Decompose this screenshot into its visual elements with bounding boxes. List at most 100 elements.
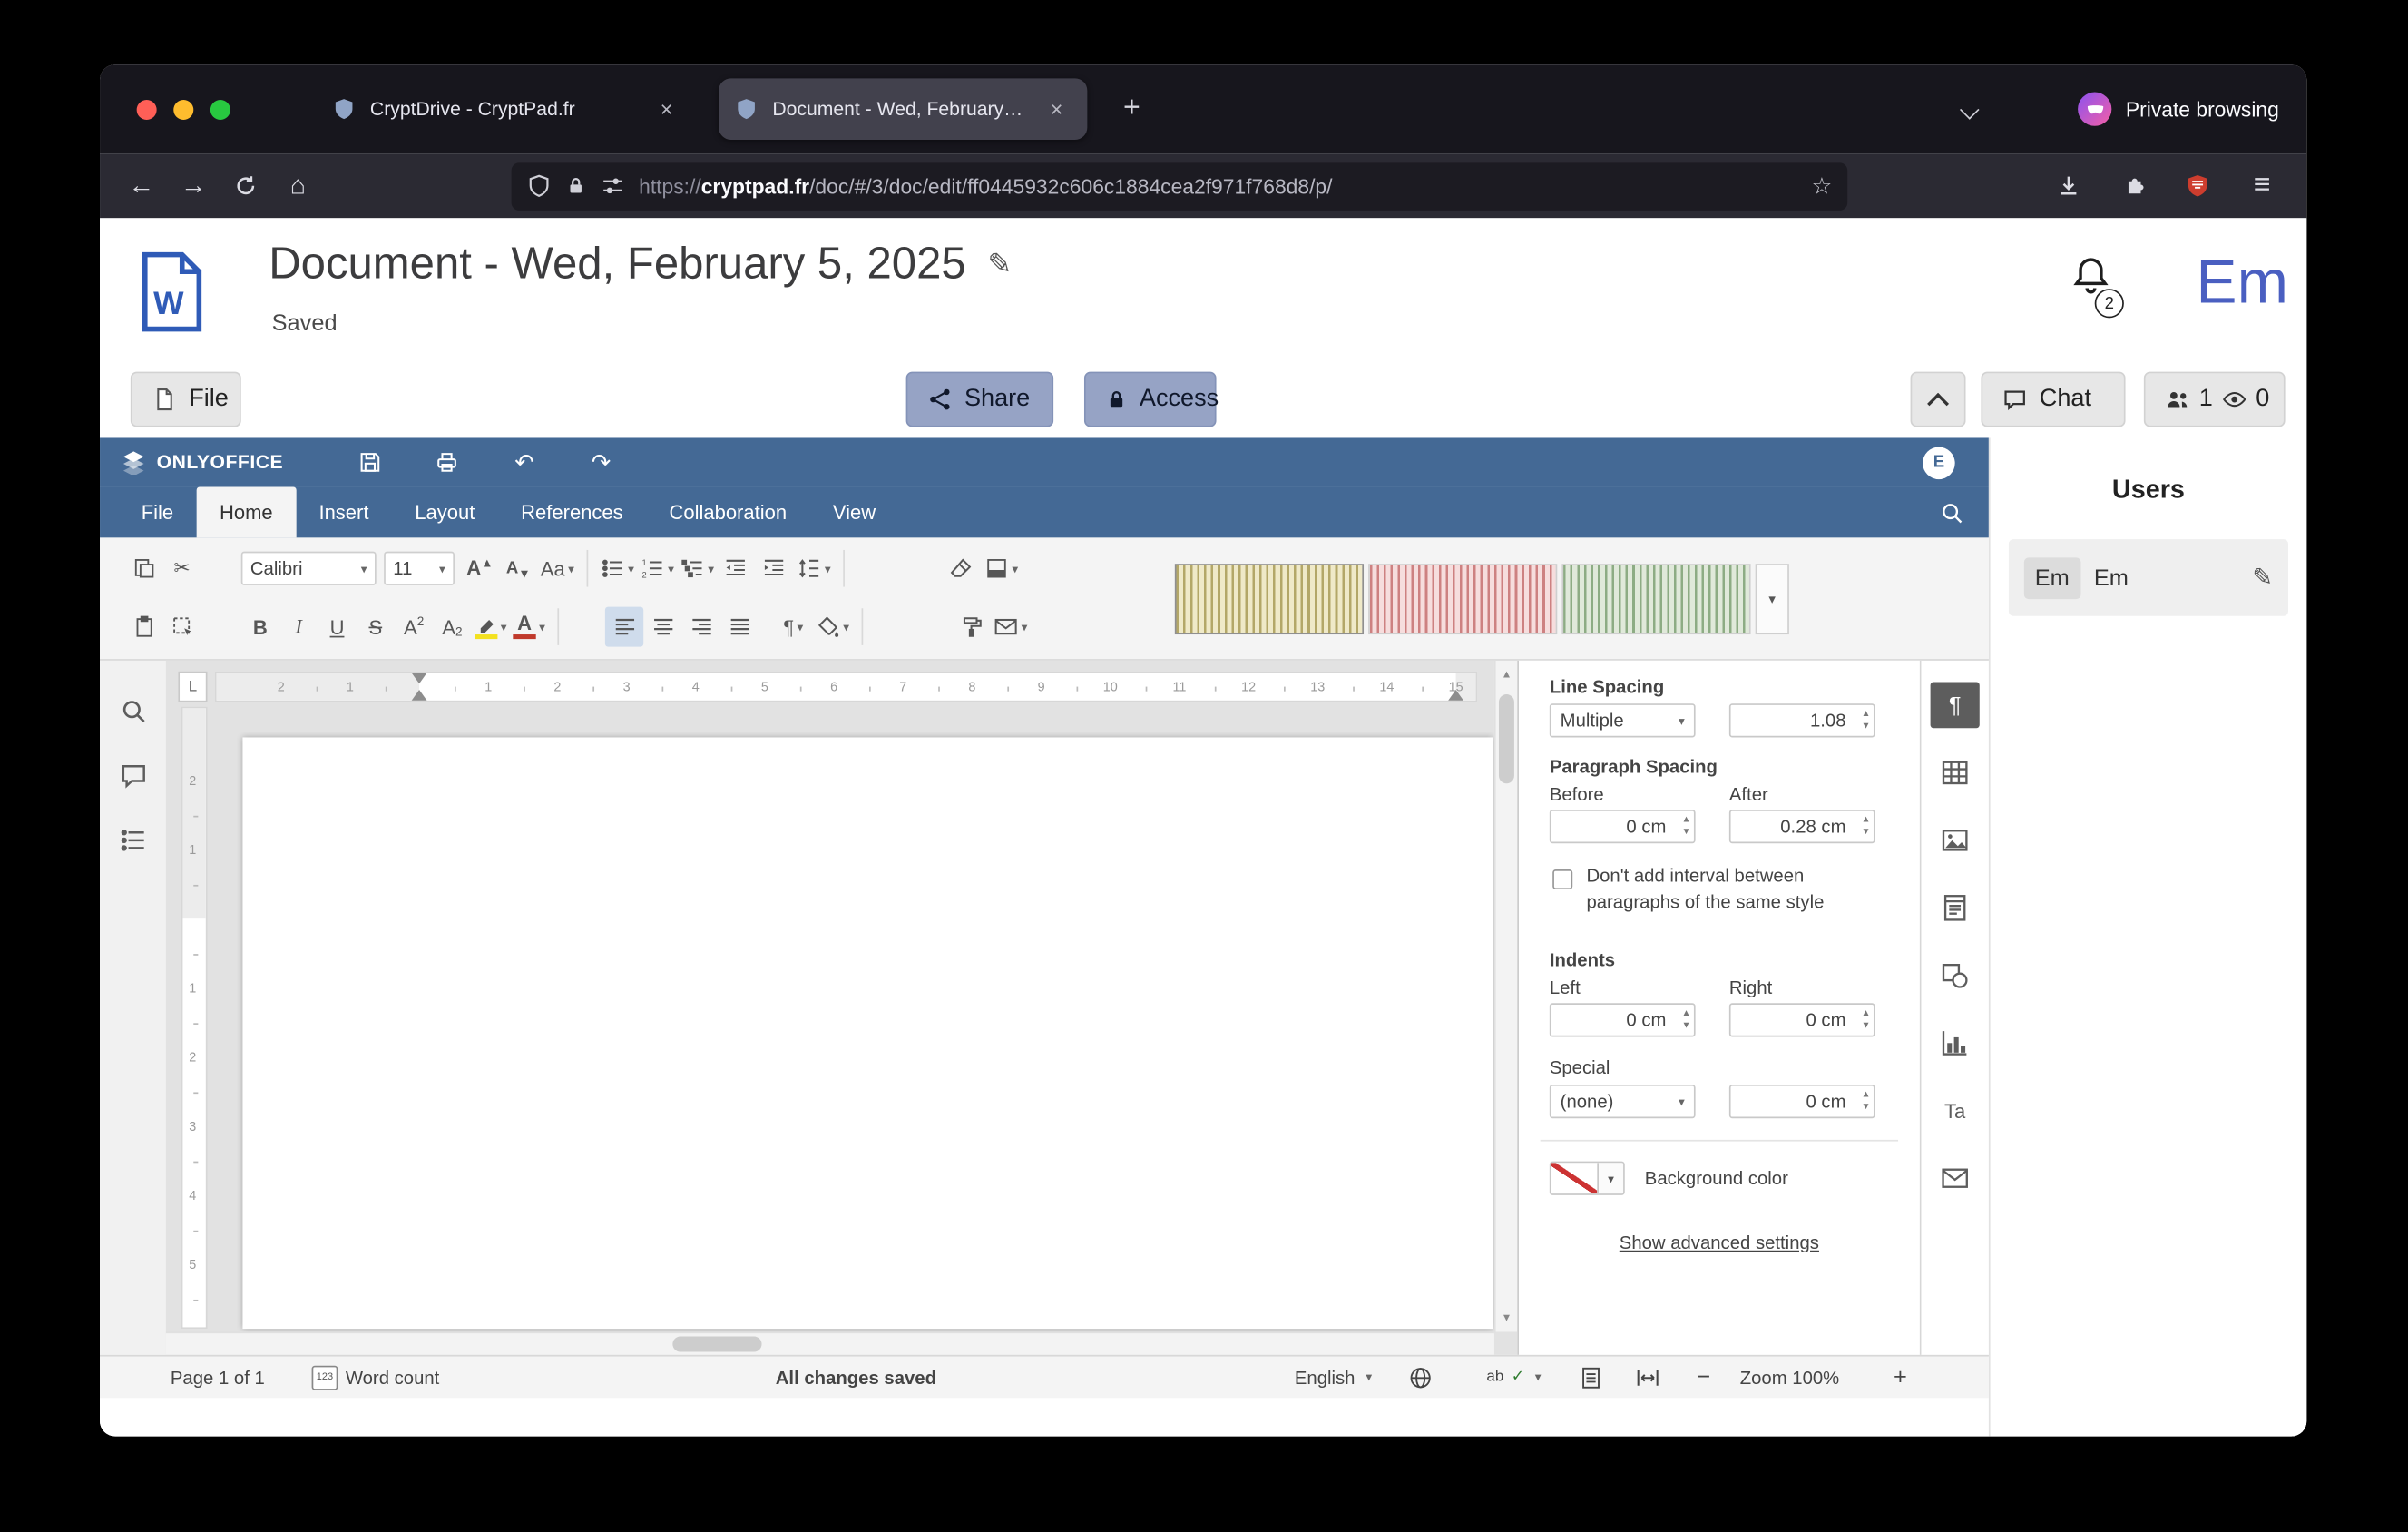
tab-stop-selector[interactable]: L [178,672,207,702]
paragraph-shading-button[interactable]: ▾ [982,548,1022,588]
maximize-window-button[interactable] [210,99,230,119]
vertical-ruler[interactable]: 21123456 [181,707,208,1330]
decrease-indent-button[interactable] [717,548,755,588]
word-count-button[interactable]: 123Word count [312,1357,440,1399]
share-button[interactable]: Share [906,372,1053,427]
comments-icon[interactable] [119,762,146,790]
spin-down-icon[interactable]: ▼ [1862,1020,1871,1033]
line-spacing-spinner[interactable]: 1.08▲▼ [1729,703,1875,737]
strikethrough-button[interactable]: S [357,607,395,647]
permissions-icon[interactable] [601,173,625,198]
cut-button[interactable]: ✂ [162,548,201,588]
chevron-down-icon[interactable]: ▾ [1597,1163,1623,1193]
menu-tab-collaboration[interactable]: Collaboration [646,487,809,538]
no-interval-checkbox[interactable] [1552,869,1572,889]
first-line-indent-marker[interactable] [412,673,427,683]
line-spacing-button[interactable]: ▾ [794,548,834,588]
close-window-button[interactable] [137,99,157,119]
highlight-color-button[interactable]: ▾ [472,607,510,647]
font-name-select[interactable]: Calibri▾ [241,552,377,585]
advanced-settings-link[interactable]: Show advanced settings [1519,1232,1920,1253]
style-preview-normal[interactable] [1175,564,1364,634]
align-left-button[interactable] [605,607,643,647]
numbering-button[interactable]: 12▾ [637,548,677,588]
font-size-select[interactable]: 11▾ [384,552,455,585]
spin-up-icon[interactable]: ▲ [1862,1089,1871,1102]
collapse-toolbar-button[interactable] [1911,372,1966,427]
page-indicator[interactable]: Page 1 of 1 [171,1357,265,1399]
search-icon[interactable] [1915,487,1989,538]
shape-settings-tab[interactable] [1931,952,1980,998]
file-menu-button[interactable]: File [131,372,241,427]
text-art-settings-tab[interactable]: Ta [1931,1087,1980,1134]
new-tab-button[interactable]: + [1109,86,1155,133]
menu-tab-insert[interactable]: Insert [296,487,392,538]
special-select[interactable]: (none)▾ [1550,1085,1696,1118]
list-all-tabs-button[interactable] [1949,89,1989,129]
indent-left-spinner[interactable]: 0 cm▲▼ [1550,1003,1696,1036]
horizontal-scrollbar-thumb[interactable] [672,1337,761,1352]
lock-icon[interactable] [565,175,587,197]
menu-tab-home[interactable]: Home [197,487,296,538]
document-page[interactable] [242,737,1493,1329]
mail-merge-button[interactable]: ▾ [991,607,1031,647]
chart-settings-tab[interactable] [1931,1020,1980,1066]
decrease-font-button[interactable]: A▼ [499,548,537,588]
tracking-shield-icon[interactable] [527,173,552,198]
spin-up-icon[interactable]: ▲ [1681,1007,1690,1020]
forward-button[interactable]: → [167,162,220,209]
spin-up-icon[interactable]: ▲ [1862,708,1871,721]
zoom-out-button[interactable]: − [1697,1357,1710,1399]
close-tab-icon[interactable]: × [1042,93,1072,124]
header-footer-settings-tab[interactable] [1931,885,1980,931]
background-color-button[interactable]: ▾ [1550,1162,1625,1195]
spin-up-icon[interactable]: ▲ [1862,1007,1871,1020]
subscript-button[interactable]: A2 [433,607,471,647]
italic-button[interactable]: I [279,607,318,647]
spell-check-toggle[interactable]: ab✓▾ [1486,1357,1541,1399]
nonprinting-characters-button[interactable]: ¶▾ [774,607,812,647]
shading-fill-button[interactable]: ▾ [812,607,852,647]
document-language-globe-icon[interactable] [1408,1357,1433,1399]
change-case-button[interactable]: Aa▾ [537,548,577,588]
undo-icon[interactable]: ↶ [507,446,541,479]
edit-user-pencil-icon[interactable]: ✎ [2252,562,2273,593]
spacing-after-spinner[interactable]: 0.28 cm▲▼ [1729,810,1875,843]
reload-button[interactable] [220,162,272,209]
language-select[interactable]: English▾ [1295,1357,1372,1399]
ublock-icon[interactable] [2171,162,2224,209]
redo-icon[interactable]: ↷ [584,446,618,479]
spin-down-icon[interactable]: ▼ [1862,827,1871,840]
clear-style-button[interactable] [943,548,981,588]
chat-button[interactable]: Chat [1981,372,2125,427]
increase-indent-button[interactable] [756,548,794,588]
vertical-scrollbar[interactable]: ▲ ▼ [1494,661,1517,1332]
menu-tab-references[interactable]: References [498,487,646,538]
spacing-before-spinner[interactable]: 0 cm▲▼ [1550,810,1696,843]
line-spacing-select[interactable]: Multiple▾ [1550,703,1696,737]
navigation-headings-icon[interactable] [119,827,146,854]
notifications-bell[interactable]: 2 [2070,255,2129,322]
fit-page-button[interactable] [1579,1357,1603,1399]
menu-tab-file[interactable]: File [118,487,196,538]
paragraph-settings-tab[interactable]: ¶ [1931,683,1980,729]
align-center-button[interactable] [643,607,681,647]
vertical-scrollbar-thumb[interactable] [1499,694,1514,783]
copy-button[interactable] [124,548,162,588]
zoom-level[interactable]: Zoom 100% [1740,1357,1840,1399]
menu-tab-view[interactable]: View [810,487,899,538]
superscript-button[interactable]: A2 [395,607,433,647]
spin-down-icon[interactable]: ▼ [1681,827,1690,840]
align-right-button[interactable] [682,607,720,647]
scroll-down-icon[interactable]: ▼ [1496,1307,1518,1329]
mail-merge-settings-tab[interactable] [1931,1155,1980,1202]
copy-style-button[interactable] [952,607,990,647]
spin-down-icon[interactable]: ▼ [1862,1102,1871,1115]
spin-up-icon[interactable]: ▲ [1862,814,1871,827]
tab-cryptdrive[interactable]: CryptDrive - CryptPad.fr × [317,78,698,140]
style-gallery-expand-button[interactable]: ▾ [1756,564,1789,634]
scroll-up-icon[interactable]: ▲ [1496,663,1518,685]
downloads-button[interactable] [2042,162,2095,209]
style-preview-heading[interactable] [1561,564,1750,634]
spin-down-icon[interactable]: ▼ [1681,1020,1690,1033]
